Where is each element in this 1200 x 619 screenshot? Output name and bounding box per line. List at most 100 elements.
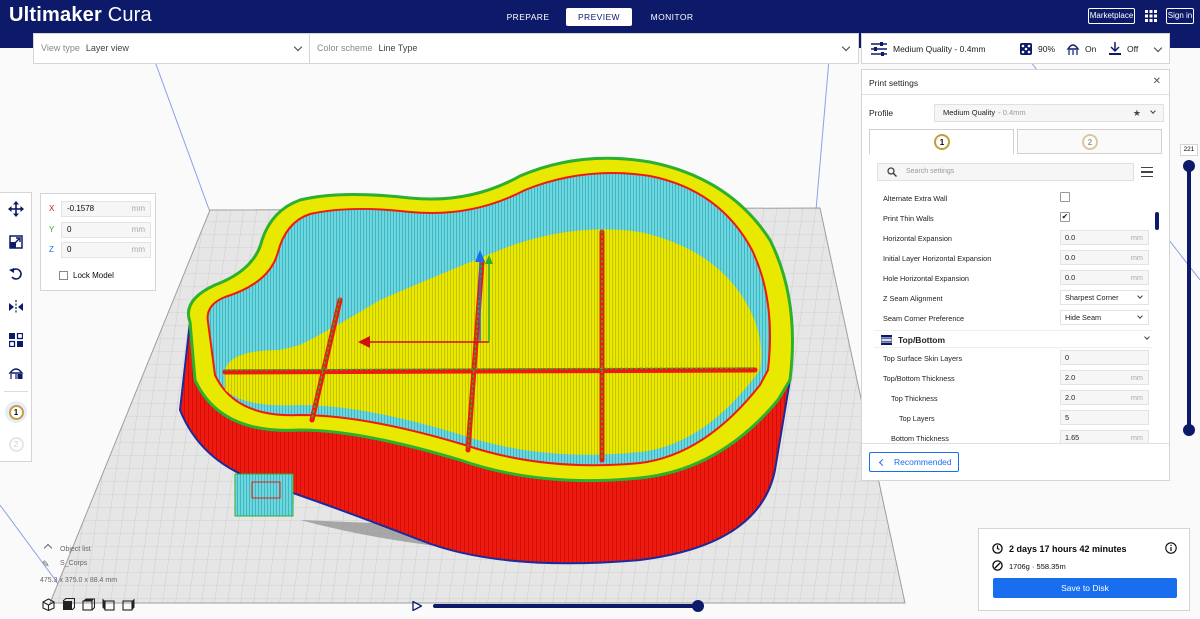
- settings-menu-icon[interactable]: [1141, 167, 1153, 177]
- tab-preview[interactable]: PREVIEW: [566, 8, 632, 26]
- top-layers-field[interactable]: 5: [1060, 410, 1149, 425]
- support-blocker-button[interactable]: [5, 361, 27, 383]
- setting-label: Z Seam Alignment: [883, 294, 943, 303]
- recommended-button[interactable]: Recommended: [869, 452, 959, 472]
- chevron-down-icon: [293, 42, 303, 52]
- setting-row: Alternate Extra Wall: [883, 190, 1149, 207]
- apps-grid-icon[interactable]: [1145, 10, 1157, 22]
- top-thickness-field[interactable]: 2.0 mm: [1060, 390, 1149, 405]
- top-view-icon[interactable]: [82, 598, 95, 611]
- chevron-down-icon: [1150, 108, 1156, 114]
- simulation-slider-handle[interactable]: [692, 600, 704, 612]
- profile-dropdown[interactable]: Medium Quality - 0.4mm ★: [934, 104, 1164, 122]
- seam-corner-preference-dropdown[interactable]: Hide Seam: [1060, 310, 1149, 325]
- layer-slider-lower-handle[interactable]: [1183, 424, 1195, 436]
- close-icon[interactable]: ✕: [1153, 76, 1161, 87]
- hole-horizontal-expansion-field[interactable]: 0.0 mm: [1060, 270, 1149, 285]
- sliders-icon: [871, 42, 887, 56]
- save-to-disk-button[interactable]: Save to Disk: [993, 578, 1177, 598]
- marketplace-button[interactable]: Marketplace: [1088, 8, 1135, 24]
- scale-tool-button[interactable]: [5, 231, 27, 253]
- setting-label: Initial Layer Horizontal Expansion: [883, 254, 992, 263]
- z-input[interactable]: 0 mm: [61, 242, 151, 258]
- z-axis-label: Z: [49, 245, 54, 254]
- divider: [309, 34, 310, 63]
- support-blocker-icon: [8, 367, 24, 379]
- right-view-icon[interactable]: [122, 598, 135, 611]
- per-model-settings-button[interactable]: [5, 329, 27, 351]
- view-options-bar: View type Layer view Color scheme Line Typ…: [33, 33, 859, 64]
- tab-extruder-2[interactable]: 2: [1017, 129, 1162, 154]
- print-info-panel: 2 days 17 hours 42 minutes 1706g · 558.3…: [978, 528, 1190, 611]
- left-view-icon[interactable]: [102, 598, 115, 611]
- extruder-2-select[interactable]: 2: [5, 433, 27, 455]
- setting-row: Initial Layer Horizontal Expansion 0.0 mm: [883, 250, 1149, 267]
- bottom-thickness-field[interactable]: 1.65 mm: [1060, 430, 1149, 443]
- tab-monitor[interactable]: MONITOR: [645, 8, 699, 26]
- app-logo: Ultimaker Cura: [9, 4, 152, 26]
- panel-title: Print settings: [869, 78, 919, 88]
- setting-row: Z Seam Alignment Sharpest Corner: [883, 290, 1149, 307]
- mirror-tool-button[interactable]: [5, 296, 27, 318]
- top-bottom-icon: [881, 335, 892, 345]
- print-thin-walls-checkbox[interactable]: ✔: [1060, 212, 1070, 222]
- top-bottom-thickness-field[interactable]: 2.0 mm: [1060, 370, 1149, 385]
- divider: [862, 443, 1169, 444]
- extruder-1-select[interactable]: 1: [5, 401, 27, 423]
- view-type-dropdown[interactable]: View type Layer view: [41, 34, 303, 63]
- layer-slider-upper-handle[interactable]: [1183, 160, 1195, 172]
- color-scheme-dropdown[interactable]: Color scheme Line Type: [317, 34, 851, 63]
- infill-icon: [1020, 43, 1032, 55]
- object-list-title[interactable]: Object list: [60, 546, 91, 553]
- initial-layer-horizontal-expansion-field[interactable]: 0.0 mm: [1060, 250, 1149, 265]
- infill-value: 90%: [1038, 44, 1056, 54]
- profile-sub: - 0.4mm: [998, 108, 1026, 117]
- y-input[interactable]: 0 mm: [61, 222, 151, 238]
- category-top-bottom[interactable]: Top/Bottom: [874, 330, 1153, 348]
- x-input[interactable]: -0.1578 mm: [61, 201, 151, 217]
- front-view-icon[interactable]: [62, 598, 75, 611]
- settings-scrollbar[interactable]: [1155, 212, 1159, 230]
- setting-row: Top Layers 5: [883, 410, 1149, 427]
- rotate-tool-button[interactable]: [5, 263, 27, 285]
- tab-extruder-1[interactable]: 1: [869, 129, 1014, 154]
- search-settings-input[interactable]: Search settings: [877, 163, 1134, 181]
- material-usage: 1706g · 558.35m: [1009, 562, 1066, 571]
- setting-row: Horizontal Expansion 0.0 mm: [883, 230, 1149, 247]
- chevron-down-icon: [1137, 293, 1143, 299]
- quality-label: Medium Quality - 0.4mm: [893, 44, 986, 54]
- 3d-view-icon[interactable]: [42, 598, 55, 611]
- support-icon: [1066, 44, 1080, 55]
- layer-slider-track[interactable]: [1187, 166, 1191, 430]
- sign-in-button[interactable]: Sign in: [1166, 8, 1194, 24]
- mirror-icon: [9, 300, 23, 314]
- setting-row: Bottom Thickness 1.65 mm: [883, 430, 1149, 443]
- tab-prepare[interactable]: PREPARE: [502, 8, 554, 26]
- lock-model-checkbox[interactable]: [59, 271, 68, 280]
- search-icon: [887, 167, 897, 177]
- chevron-down-icon: [1144, 334, 1150, 340]
- print-setup-selector[interactable]: Medium Quality - 0.4mm 90% On Off: [861, 33, 1170, 64]
- extruder-2-badge: 2: [8, 436, 24, 452]
- play-icon[interactable]: [412, 601, 422, 611]
- star-icon[interactable]: ★: [1133, 105, 1141, 121]
- print-time: 2 days 17 hours 42 minutes: [1009, 544, 1127, 554]
- horizontal-expansion-field[interactable]: 0.0 mm: [1060, 230, 1149, 245]
- setting-label: Top/Bottom Thickness: [883, 374, 955, 383]
- setting-label: Alternate Extra Wall: [883, 194, 948, 203]
- info-icon[interactable]: [1165, 542, 1177, 554]
- chevron-down-icon: [1137, 313, 1143, 319]
- layer-number-field[interactable]: 221: [1180, 144, 1198, 156]
- alternate-extra-wall-checkbox[interactable]: [1060, 192, 1070, 202]
- move-tool-button[interactable]: [5, 198, 27, 220]
- extruder-1-badge: 1: [934, 134, 950, 150]
- chevron-left-icon: [878, 458, 887, 467]
- setting-row: Seam Corner Preference Hide Seam: [883, 310, 1149, 327]
- top-surface-skin-layers-field[interactable]: 0: [1060, 350, 1149, 365]
- z-seam-alignment-dropdown[interactable]: Sharpest Corner: [1060, 290, 1149, 305]
- pencil-icon[interactable]: ✎: [42, 559, 50, 570]
- object-name: S_Corps: [60, 560, 88, 567]
- view-type-value: Layer view: [85, 43, 129, 53]
- spool-icon: [992, 560, 1003, 571]
- simulation-slider-track[interactable]: [433, 604, 699, 608]
